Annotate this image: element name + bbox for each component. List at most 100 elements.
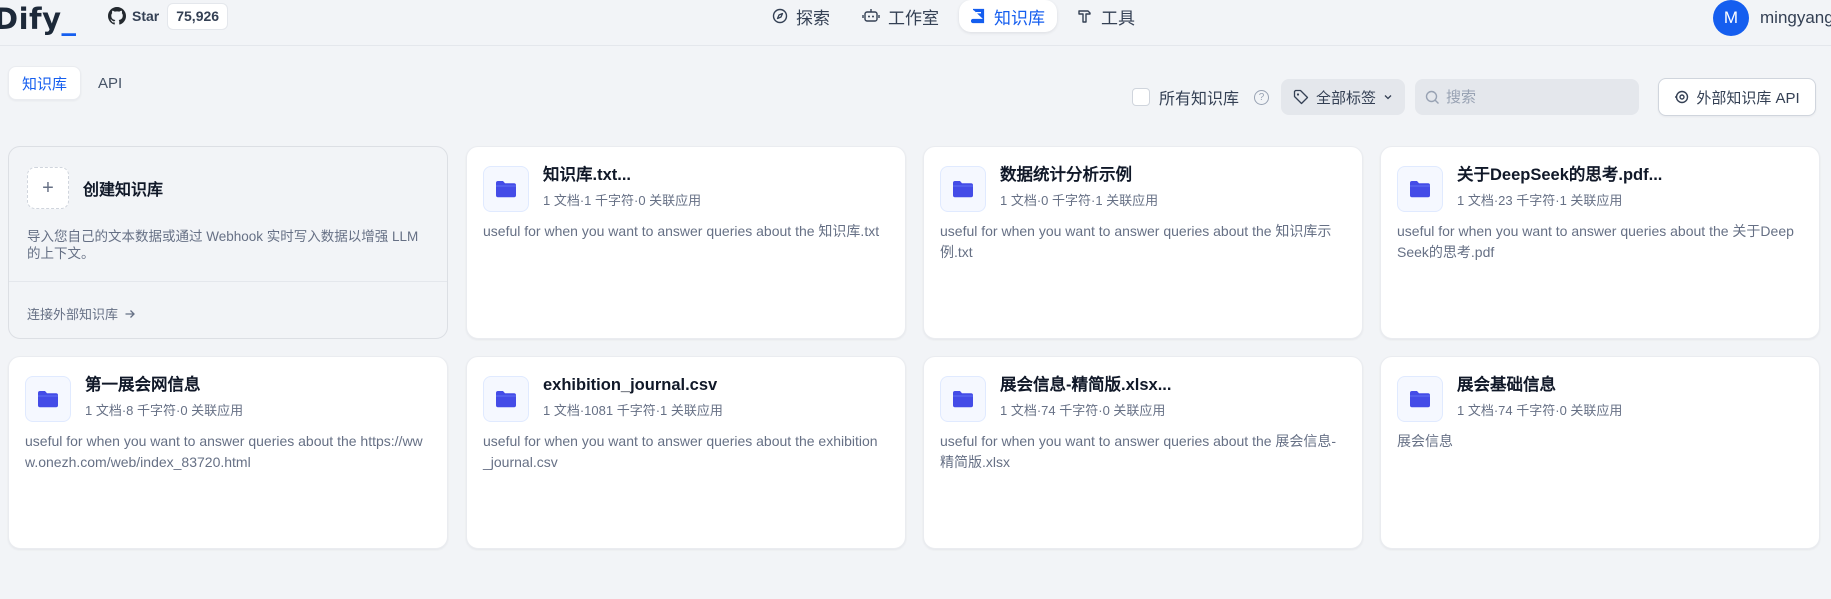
dataset-card[interactable]: 展会基础信息 1 文档·74 千字符·0 关联应用 展会信息 xyxy=(1380,356,1820,549)
folder-icon-box xyxy=(940,166,986,212)
robot-icon xyxy=(862,9,880,22)
dataset-card[interactable]: 展会信息-精简版.xlsx... 1 文档·74 千字符·0 关联应用 useful… xyxy=(923,356,1363,549)
nav-studio[interactable]: 工作室 xyxy=(850,0,951,32)
dataset-description: useful for when you want to answer queri… xyxy=(940,433,1337,470)
dataset-title[interactable]: 数据统计分析示例 xyxy=(1000,165,1158,185)
dataset-info: 第一展会网信息 1 文档·8 千字符·0 关联应用 xyxy=(85,375,243,419)
nav-tools[interactable]: 工具 xyxy=(1065,0,1147,32)
dataset-title[interactable]: 展会信息-精简版.xlsx... xyxy=(1000,375,1171,395)
folder-icon xyxy=(38,391,58,408)
dataset-card-header: 数据统计分析示例 1 文档·0 千字符·1 关联应用 xyxy=(940,165,1158,212)
dataset-description: 展会信息 xyxy=(1397,433,1453,449)
create-dataset-description: 导入您自己的文本数据或通过 Webhook 实时写入数据以增强 LLM 的上下文… xyxy=(27,229,419,261)
tab-knowledge[interactable]: 知识库 xyxy=(8,66,82,100)
folder-icon-box xyxy=(940,376,986,422)
dataset-meta: 1 文档·74 千字符·0 关联应用 xyxy=(1457,403,1623,418)
book-icon xyxy=(971,8,985,24)
dataset-card[interactable]: 数据统计分析示例 1 文档·0 千字符·1 关联应用 useful for when… xyxy=(923,146,1363,339)
external-api-button[interactable]: 外部知识库 API xyxy=(1658,78,1817,116)
dify-logo[interactable]: Dify_ xyxy=(0,2,77,36)
top-header: Dify_ Star 75,926 探索 工作室 知识库 工具 M mingya… xyxy=(0,0,1831,46)
tag-icon xyxy=(1293,89,1309,105)
dataset-info: exhibition_journal.csv 1 文档·1081 千字符·1 关联… xyxy=(543,375,723,419)
dataset-info: 知识库.txt... 1 文档·1 千字符·0 关联应用 xyxy=(543,165,701,209)
dataset-info: 数据统计分析示例 1 文档·0 千字符·1 关联应用 xyxy=(1000,165,1158,209)
dataset-info: 展会基础信息 1 文档·74 千字符·0 关联应用 xyxy=(1457,375,1622,419)
plus-icon: + xyxy=(27,167,69,209)
dataset-card[interactable]: exhibition_journal.csv 1 文档·1081 千字符·1 关联… xyxy=(466,356,906,549)
search-icon xyxy=(1425,90,1440,104)
star-label: Star xyxy=(132,8,160,24)
dataset-tabs: 知识库 API xyxy=(8,66,135,100)
dataset-card-header: 知识库.txt... 1 文档·1 千字符·0 关联应用 xyxy=(483,165,701,212)
dataset-card-header: 展会基础信息 1 文档·74 千字符·0 关联应用 xyxy=(1397,375,1622,422)
dataset-card[interactable]: 关于DeepSeek的思考.pdf... 1 文档·23 千字符·1 关联应用 us… xyxy=(1380,146,1820,339)
dataset-description: useful for when you want to answer queri… xyxy=(25,433,423,470)
folder-icon xyxy=(496,391,516,408)
search-input[interactable] xyxy=(1446,88,1627,106)
dataset-description: useful for when you want to answer queri… xyxy=(940,223,1332,260)
external-api-label: 外部知识库 API xyxy=(1696,89,1800,107)
folder-icon-box xyxy=(1397,376,1443,422)
folder-icon xyxy=(953,391,973,408)
folder-icon xyxy=(1410,391,1430,408)
main-nav: 探索 工作室 知识库 工具 xyxy=(760,0,1147,32)
search-box[interactable] xyxy=(1415,79,1640,115)
chevron-down-icon xyxy=(1384,95,1392,100)
dataset-card-header: exhibition_journal.csv 1 文档·1081 千字符·1 关联… xyxy=(483,375,723,422)
dataset-title[interactable]: 第一展会网信息 xyxy=(85,375,243,395)
github-star-widget[interactable]: Star 75,926 xyxy=(104,2,229,30)
divider xyxy=(9,281,447,282)
nav-knowledge[interactable]: 知识库 xyxy=(959,0,1057,32)
api-connection-icon xyxy=(1675,90,1689,104)
dataset-meta: 1 文档·1 千字符·0 关联应用 xyxy=(543,193,702,208)
github-icon xyxy=(108,7,126,25)
nav-explore[interactable]: 探索 xyxy=(760,0,842,32)
dataset-card[interactable]: 第一展会网信息 1 文档·8 千字符·0 关联应用 useful for when … xyxy=(8,356,448,549)
tag-filter-dropdown[interactable]: 全部标签 xyxy=(1281,79,1406,115)
nav-explore-label: 探索 xyxy=(796,8,830,28)
dataset-description: useful for when you want to answer queri… xyxy=(483,433,878,470)
dataset-info: 关于DeepSeek的思考.pdf... 1 文档·23 千字符·1 关联应用 xyxy=(1457,165,1662,209)
folder-icon xyxy=(1410,181,1430,198)
dataset-card[interactable]: 知识库.txt... 1 文档·1 千字符·0 关联应用 useful for wh… xyxy=(466,146,906,339)
dataset-meta: 1 文档·0 千字符·1 关联应用 xyxy=(1000,193,1159,208)
folder-icon-box xyxy=(1397,166,1443,212)
arrow-right-icon xyxy=(125,309,135,318)
help-icon[interactable]: ? xyxy=(1254,89,1270,105)
folder-icon-box xyxy=(483,166,529,212)
create-dataset-card[interactable]: + 创建知识库 导入您自己的文本数据或通过 Webhook 实时写入数据以增强 … xyxy=(8,146,448,339)
dataset-description: useful for when you want to answer queri… xyxy=(1397,223,1794,260)
dataset-title[interactable]: 关于DeepSeek的思考.pdf... xyxy=(1457,165,1662,185)
all-datasets-toggle[interactable]: 所有知识库 ? xyxy=(1132,85,1270,109)
avatar[interactable]: M xyxy=(1713,0,1749,36)
dataset-card-header: 第一展会网信息 1 文档·8 千字符·0 关联应用 xyxy=(25,375,243,422)
tab-api[interactable]: API xyxy=(85,66,135,100)
folder-icon-box xyxy=(25,376,71,422)
folder-icon xyxy=(953,181,973,198)
connect-external-label: 连接外部知识库 xyxy=(27,307,119,322)
dataset-card-header: 关于DeepSeek的思考.pdf... 1 文档·23 千字符·1 关联应用 xyxy=(1397,165,1662,212)
dataset-info: 展会信息-精简版.xlsx... 1 文档·74 千字符·0 关联应用 xyxy=(1000,375,1171,419)
nav-knowledge-label: 知识库 xyxy=(994,8,1045,28)
folder-icon xyxy=(496,181,516,198)
user-menu[interactable]: M mingyang xyxy=(1713,0,1831,36)
hammer-icon xyxy=(1078,10,1091,23)
dataset-title[interactable]: 知识库.txt... xyxy=(543,165,701,185)
compass-icon xyxy=(772,8,788,24)
dataset-title[interactable]: exhibition_journal.csv xyxy=(543,375,723,395)
nav-tools-label: 工具 xyxy=(1101,8,1135,28)
dataset-title[interactable]: 展会基础信息 xyxy=(1457,375,1622,395)
github-star-button[interactable]: Star xyxy=(104,2,167,30)
filter-bar: 所有知识库 ? 全部标签 外部知识库 API xyxy=(1132,78,1817,116)
all-datasets-checkbox[interactable] xyxy=(1132,88,1150,106)
star-count[interactable]: 75,926 xyxy=(167,2,229,30)
dataset-description: useful for when you want to answer queri… xyxy=(483,223,880,239)
nav-studio-label: 工作室 xyxy=(888,8,939,28)
dataset-meta: 1 文档·74 千字符·0 关联应用 xyxy=(1000,403,1166,418)
connect-external-link[interactable]: 连接外部知识库 xyxy=(27,304,136,323)
create-dataset-header[interactable]: + 创建知识库 xyxy=(27,167,163,209)
dataset-meta: 1 文档·23 千字符·1 关联应用 xyxy=(1457,193,1623,208)
username[interactable]: mingyang xyxy=(1760,8,1831,28)
folder-icon-box xyxy=(483,376,529,422)
